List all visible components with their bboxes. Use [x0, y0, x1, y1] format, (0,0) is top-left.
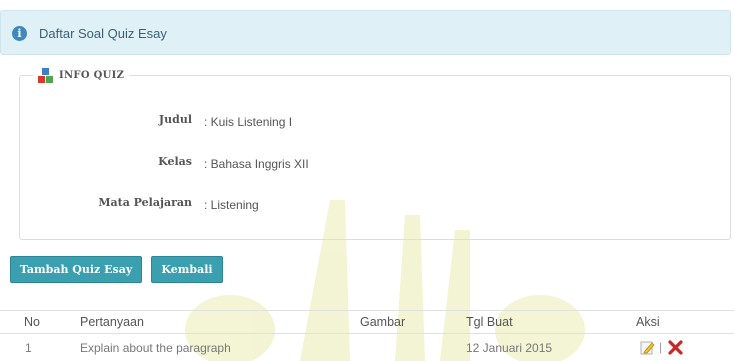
header-image[interactable]: Gambar [360, 315, 405, 329]
judul-value: : Kuis Listening I [204, 115, 293, 129]
back-button[interactable]: Kembali [151, 256, 223, 283]
table-header: No Pertanyaan Gambar Tgl Buat Aksi [0, 310, 734, 334]
header-date[interactable]: Tgl Buat [466, 315, 513, 329]
info-alert: i Daftar Soal Quiz Esay [0, 10, 731, 55]
cell-no: 1 [25, 341, 32, 355]
edit-icon[interactable] [640, 340, 655, 355]
legend-title: INFO QUIZ [59, 69, 125, 81]
header-no[interactable]: No [24, 315, 40, 329]
kelas-value: : Bahasa Inggris XII [204, 157, 309, 171]
alert-text: Daftar Soal Quiz Esay [39, 26, 167, 41]
judul-label: Judul [158, 113, 192, 126]
cell-date: 12 Januari 2015 [466, 341, 553, 355]
table-row: 1 Explain about the paragraph 12 Januari… [0, 333, 734, 361]
header-actions: Aksi [636, 315, 660, 329]
header-question[interactable]: Pertanyaan [80, 315, 144, 329]
info-quiz-legend: INFO QUIZ [33, 65, 130, 85]
blocks-icon [38, 67, 53, 83]
cell-question: Explain about the paragraph [80, 341, 231, 355]
kelas-label: Kelas [158, 155, 192, 168]
add-quiz-button[interactable]: Tambah Quiz Esay [10, 256, 142, 283]
delete-icon[interactable] [668, 340, 683, 355]
action-separator: | [659, 340, 663, 354]
info-icon: i [12, 26, 27, 41]
mata-pelajaran-label: Mata Pelajaran [98, 196, 192, 209]
mata-pelajaran-value: : Listening [204, 198, 259, 212]
